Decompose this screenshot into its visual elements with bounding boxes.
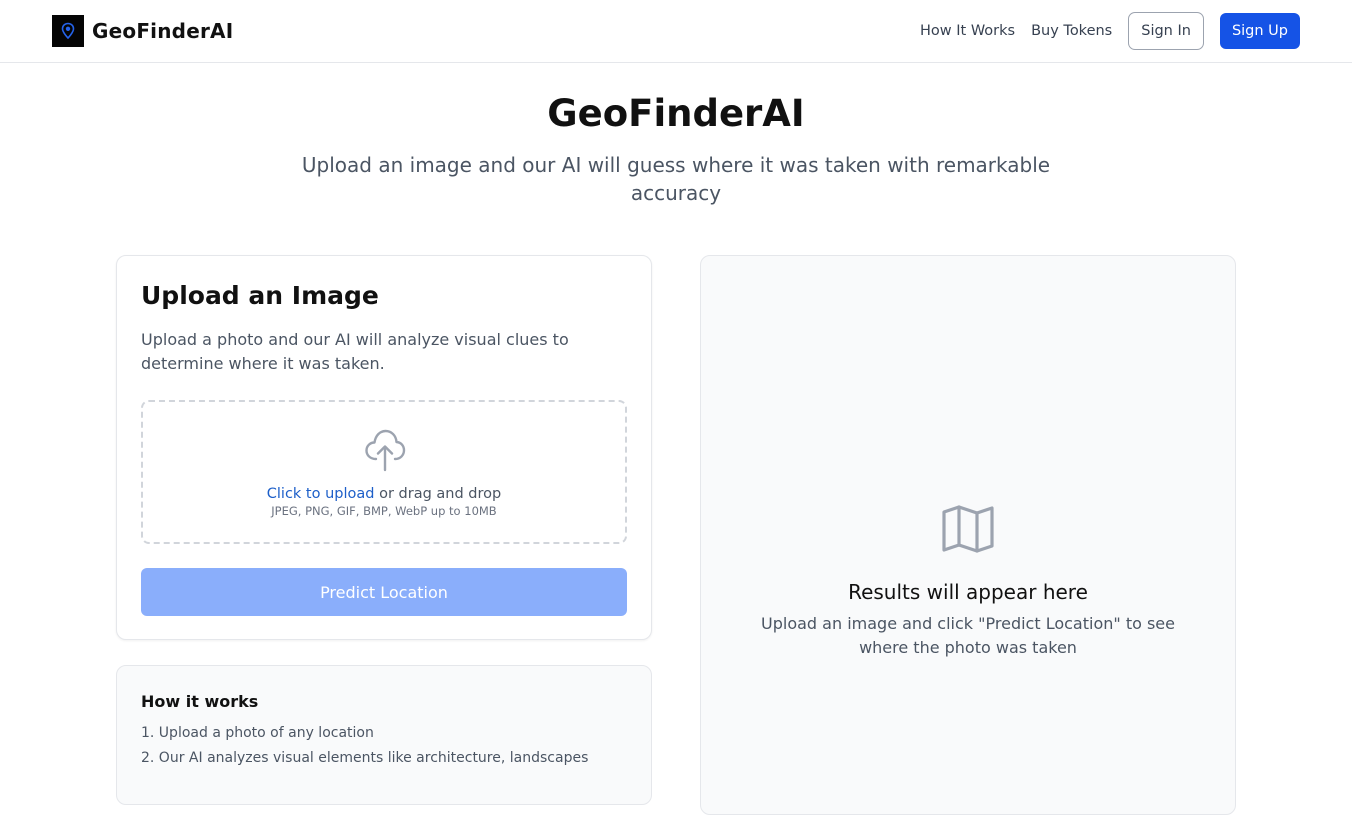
- brand-name: GeoFinderAI: [92, 19, 234, 43]
- how-it-works-card: How it works 1. Upload a photo of any lo…: [116, 665, 652, 805]
- upload-card-title: Upload an Image: [141, 281, 379, 310]
- upload-card-description: Upload a photo and our AI will analyze v…: [141, 330, 569, 373]
- how-it-works-steps: 1. Upload a photo of any location 2. Our…: [141, 723, 621, 773]
- list-item: 2. Our AI analyzes visual elements like …: [141, 750, 589, 766]
- drag-and-drop-text: or drag and drop: [374, 486, 502, 502]
- main-nav: How It Works Buy Tokens Sign In Sign Up: [920, 12, 1300, 50]
- page-subtitle: Upload an image and our AI will guess wh…: [301, 153, 1051, 205]
- top-navbar: GeoFinderAI How It Works Buy Tokens Sign…: [0, 0, 1352, 63]
- sign-up-button[interactable]: Sign Up: [1219, 13, 1300, 49]
- predict-location-button[interactable]: Predict Location: [141, 568, 627, 616]
- how-it-works-title: How it works: [141, 692, 259, 711]
- file-format-hint: JPEG, PNG, GIF, BMP, WebP up to 10MB: [271, 504, 497, 518]
- results-placeholder-description: Upload an image and click "Predict Locat…: [761, 614, 1175, 657]
- brand-link[interactable]: GeoFinderAI: [52, 15, 233, 47]
- nav-buy-tokens[interactable]: Buy Tokens: [1031, 23, 1112, 39]
- sign-in-button[interactable]: Sign In: [1128, 12, 1204, 50]
- dropzone-instructions: Click to upload or drag and drop: [143, 484, 625, 504]
- upload-card: Upload an Image Upload a photo and our A…: [116, 255, 652, 640]
- upload-dropzone[interactable]: Click to upload or drag and drop JPEG, P…: [141, 400, 627, 544]
- click-to-upload-link[interactable]: Click to upload: [267, 486, 375, 502]
- map-pin-icon: [61, 22, 75, 40]
- cloud-upload-icon: [365, 429, 406, 472]
- results-placeholder-title: Results will appear here: [848, 580, 1088, 604]
- results-panel: Results will appear here Upload an image…: [700, 255, 1236, 815]
- logo: [52, 15, 84, 47]
- list-item: 1. Upload a photo of any location: [141, 725, 374, 741]
- page-title: GeoFinderAI: [547, 92, 805, 135]
- map-icon: [942, 505, 994, 553]
- nav-how-it-works[interactable]: How It Works: [920, 23, 1015, 39]
